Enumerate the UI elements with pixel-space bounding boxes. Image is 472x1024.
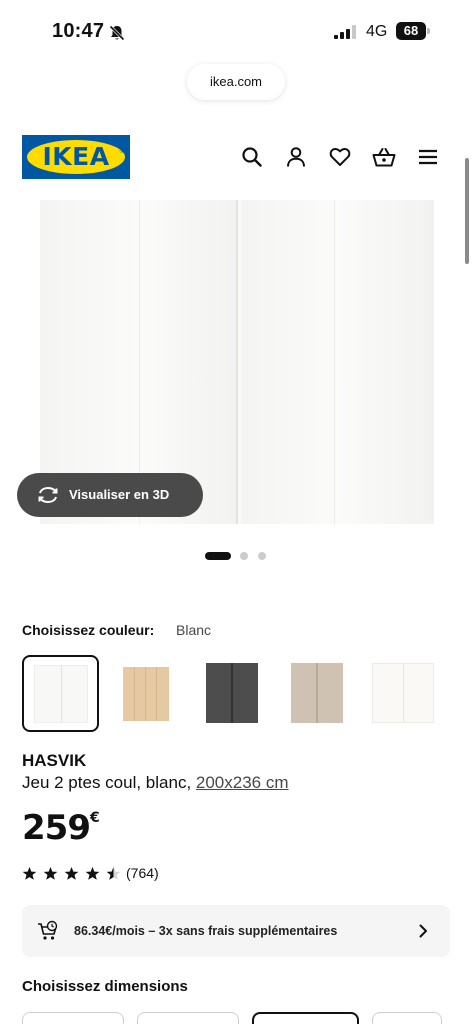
color-swatch-blanc[interactable] [22,655,99,732]
shopping-bag-icon[interactable] [372,146,396,168]
color-swatch-white-gloss[interactable] [362,655,439,732]
financing-text: 86.34€/mois – 3x sans frais supplémentai… [74,924,338,938]
product-name: HASVIK [22,751,87,770]
financing-banner[interactable]: 86.34€/mois – 3x sans frais supplémentai… [22,905,450,957]
battery-level: 68 [403,23,419,38]
dimension-option[interactable] [372,1012,442,1024]
color-label: Choisissez couleur: [22,622,155,638]
dimension-option[interactable] [22,1012,124,1024]
product-description: Jeu 2 ptes coul, blanc, 200x236 cm [22,773,289,793]
review-count[interactable]: (764) [126,865,159,881]
heart-icon[interactable] [329,146,351,168]
star-full-icon [22,866,37,880]
account-icon[interactable] [285,146,307,168]
price-value: 259 [22,808,91,848]
url-bar[interactable]: ikea.com [187,64,285,100]
carousel-dot[interactable] [205,552,231,560]
network-label: 4G [366,23,388,40]
dimension-option[interactable] [137,1012,239,1024]
color-value: Blanc [176,622,212,638]
dimensions-label: Choisissez dimensions [22,978,188,995]
page-scrollbar[interactable] [465,158,469,264]
logo-text: IKEA [42,142,110,171]
color-swatch-dark-grey[interactable] [192,655,269,732]
carousel-dot[interactable] [258,552,266,560]
signal-icon [334,25,356,39]
rotate-3d-icon [38,486,58,504]
product-description-text: Jeu 2 ptes coul, blanc, [22,773,196,792]
status-bar: 10:47 4G 68 [0,0,472,62]
status-time: 10:47 [52,20,105,42]
carousel-dots[interactable] [0,551,472,561]
menu-icon[interactable] [417,146,439,168]
view-3d-label: Visualiser en 3D [69,487,170,502]
view-3d-button[interactable]: Visualiser en 3D [17,473,203,517]
cart-clock-icon [38,920,58,940]
product-price: 259€ [22,808,100,848]
door-right [241,200,434,524]
carousel-dot[interactable] [240,552,248,560]
ikea-logo[interactable]: IKEA ® [22,135,130,179]
bell-off-icon [109,25,125,41]
star-full-icon [85,866,100,880]
color-swatch-oak[interactable] [108,655,185,732]
battery-indicator: 68 [396,22,430,40]
search-icon[interactable] [241,146,263,168]
dimension-option-selected[interactable] [252,1012,359,1024]
product-size-link[interactable]: 200x236 cm [196,773,289,792]
color-swatch-beige[interactable] [277,655,354,732]
chevron-right-icon [419,924,427,938]
star-full-icon [64,866,79,880]
star-half-icon [106,866,121,880]
price-currency: € [89,810,100,826]
star-full-icon [43,866,58,880]
